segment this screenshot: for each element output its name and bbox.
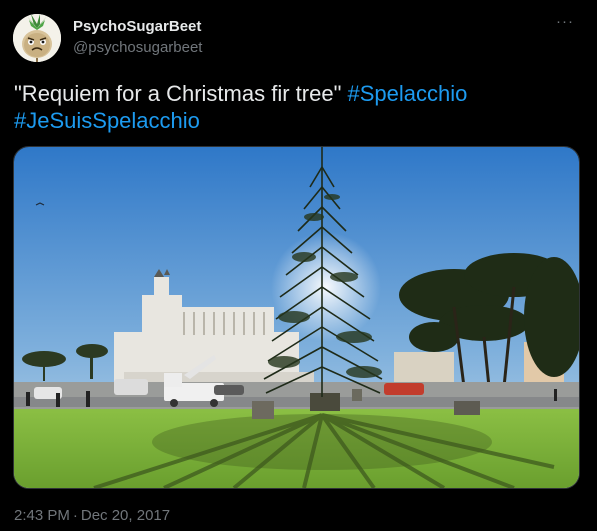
- author-display-name[interactable]: PsychoSugarBeet: [73, 17, 202, 37]
- hashtag-link[interactable]: #Spelacchio: [348, 81, 468, 106]
- hashtag-link[interactable]: #JeSuisSpelacchio: [14, 108, 200, 133]
- timestamp-separator: ·: [72, 507, 78, 524]
- photo-christmas-tree-rome: [14, 147, 579, 488]
- tweet-photo[interactable]: [13, 146, 580, 489]
- more-options-icon[interactable]: ···: [553, 14, 577, 34]
- tweet-card: PsychoSugarBeet @psychosugarbeet ··· "Re…: [0, 0, 597, 531]
- tweet-timestamp[interactable]: 2:43 PM · Dec 20, 2017: [14, 506, 170, 526]
- tweet-body-text: "Requiem for a Christmas fir tree": [14, 81, 342, 106]
- author-block: PsychoSugarBeet @psychosugarbeet: [73, 17, 202, 58]
- tweet-text: "Requiem for a Christmas fir tree" #Spel…: [14, 80, 584, 134]
- author-handle[interactable]: @psychosugarbeet: [73, 38, 202, 58]
- avatar[interactable]: [13, 14, 61, 62]
- tweet-date: Dec 20, 2017: [80, 507, 171, 524]
- sugar-beet-avatar-icon: [13, 14, 61, 62]
- tweet-time: 2:43 PM: [14, 507, 70, 524]
